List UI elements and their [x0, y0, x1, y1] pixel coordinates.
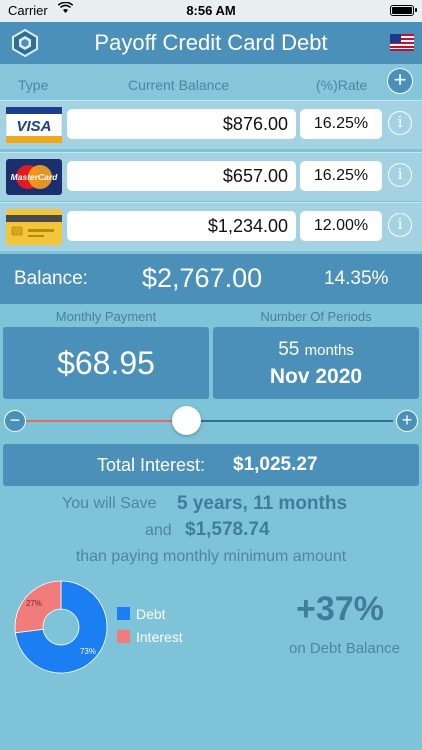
- monthly-payment-box[interactable]: $68.95: [3, 327, 209, 399]
- total-interest-value: $1,025.27: [233, 454, 318, 475]
- debt-interest-pie-chart: 73% 27%: [14, 580, 108, 674]
- card-row-generic: $1,234.00 12.00% i: [0, 202, 422, 251]
- mastercard-icon: MasterCard: [6, 159, 62, 195]
- periods-label: Number Of Periods: [260, 309, 372, 324]
- slider-track-filled: [26, 420, 186, 422]
- add-card-button[interactable]: +: [387, 68, 413, 94]
- money-saved: $1,578.74: [185, 519, 270, 540]
- savings-intro: You will Save: [62, 495, 157, 512]
- payment-slider-thumb[interactable]: [172, 406, 201, 435]
- pie-label-interest: 27%: [26, 599, 42, 608]
- us-flag-icon[interactable]: [390, 34, 414, 51]
- pie-label-debt: 73%: [80, 647, 96, 656]
- info-icon[interactable]: i: [388, 111, 412, 135]
- savings-comparison: than paying monthly minimum amount: [75, 548, 347, 565]
- visa-card-icon: VISA: [5, 106, 63, 144]
- savings-and: and: [145, 522, 172, 539]
- balance-increase-percent: +37%: [296, 590, 384, 628]
- visa-logo-text: VISA: [16, 118, 51, 135]
- nav-bar: Payoff Credit Card Debt: [0, 22, 422, 64]
- clock: 8:56 AM: [186, 3, 236, 18]
- balance-increase-caption: on Debt Balance: [289, 640, 400, 657]
- card-row-mastercard: MasterCard $657.00 16.25% i: [0, 152, 422, 201]
- slider-track-empty: [186, 420, 393, 422]
- time-saved: 5 years, 11 months: [177, 493, 348, 514]
- column-type: Type: [18, 77, 49, 93]
- page-title: Payoff Credit Card Debt: [94, 30, 328, 55]
- periods-count: 55: [278, 339, 300, 360]
- column-balance: Current Balance: [128, 77, 230, 93]
- payoff-date: Nov 2020: [269, 365, 363, 388]
- legend-swatch-debt: [117, 607, 130, 620]
- battery-icon: [390, 5, 417, 16]
- card-rate-input[interactable]: 16.25%: [300, 161, 382, 191]
- info-icon[interactable]: i: [388, 163, 412, 187]
- periods-box[interactable]: 55 months Nov 2020: [213, 327, 419, 399]
- balance-label: Balance:: [14, 268, 88, 289]
- balance-rate: 14.35%: [324, 268, 389, 289]
- periods-count-line: 55 months: [213, 339, 419, 361]
- card-balance-input[interactable]: $657.00: [67, 161, 296, 191]
- monthly-payment-value: $68.95: [57, 345, 155, 381]
- legend-swatch-interest: [117, 630, 130, 643]
- increase-button[interactable]: +: [396, 410, 418, 432]
- info-icon[interactable]: i: [388, 213, 412, 237]
- periods-unit: months: [304, 342, 354, 359]
- balance-total: $2,767.00: [142, 263, 263, 293]
- card-rate-input[interactable]: 16.25%: [300, 109, 382, 139]
- total-interest-label: Total Interest:: [97, 455, 206, 475]
- status-bar: Carrier 8:56 AM: [0, 0, 422, 22]
- card-balance-input[interactable]: $1,234.00: [67, 211, 296, 241]
- legend-label-debt: Debt: [136, 606, 166, 622]
- generic-card-icon: [6, 209, 62, 245]
- column-rate: (%)Rate: [316, 77, 368, 93]
- total-interest-bar: Total Interest: $1,025.27: [3, 444, 419, 486]
- card-balance-input[interactable]: $876.00: [67, 109, 296, 139]
- decrease-button[interactable]: −: [4, 410, 26, 432]
- card-rate-input[interactable]: 12.00%: [300, 211, 382, 241]
- balance-summary: Balance: $2,767.00 14.35%: [0, 254, 422, 304]
- mastercard-logo-text: MasterCard: [11, 172, 59, 182]
- monthly-payment-label: Monthly Payment: [55, 309, 157, 324]
- card-table-header: Type Current Balance (%)Rate: [0, 64, 422, 100]
- card-row-visa: VISA $876.00 16.25% i: [0, 100, 422, 149]
- legend-label-interest: Interest: [136, 629, 183, 645]
